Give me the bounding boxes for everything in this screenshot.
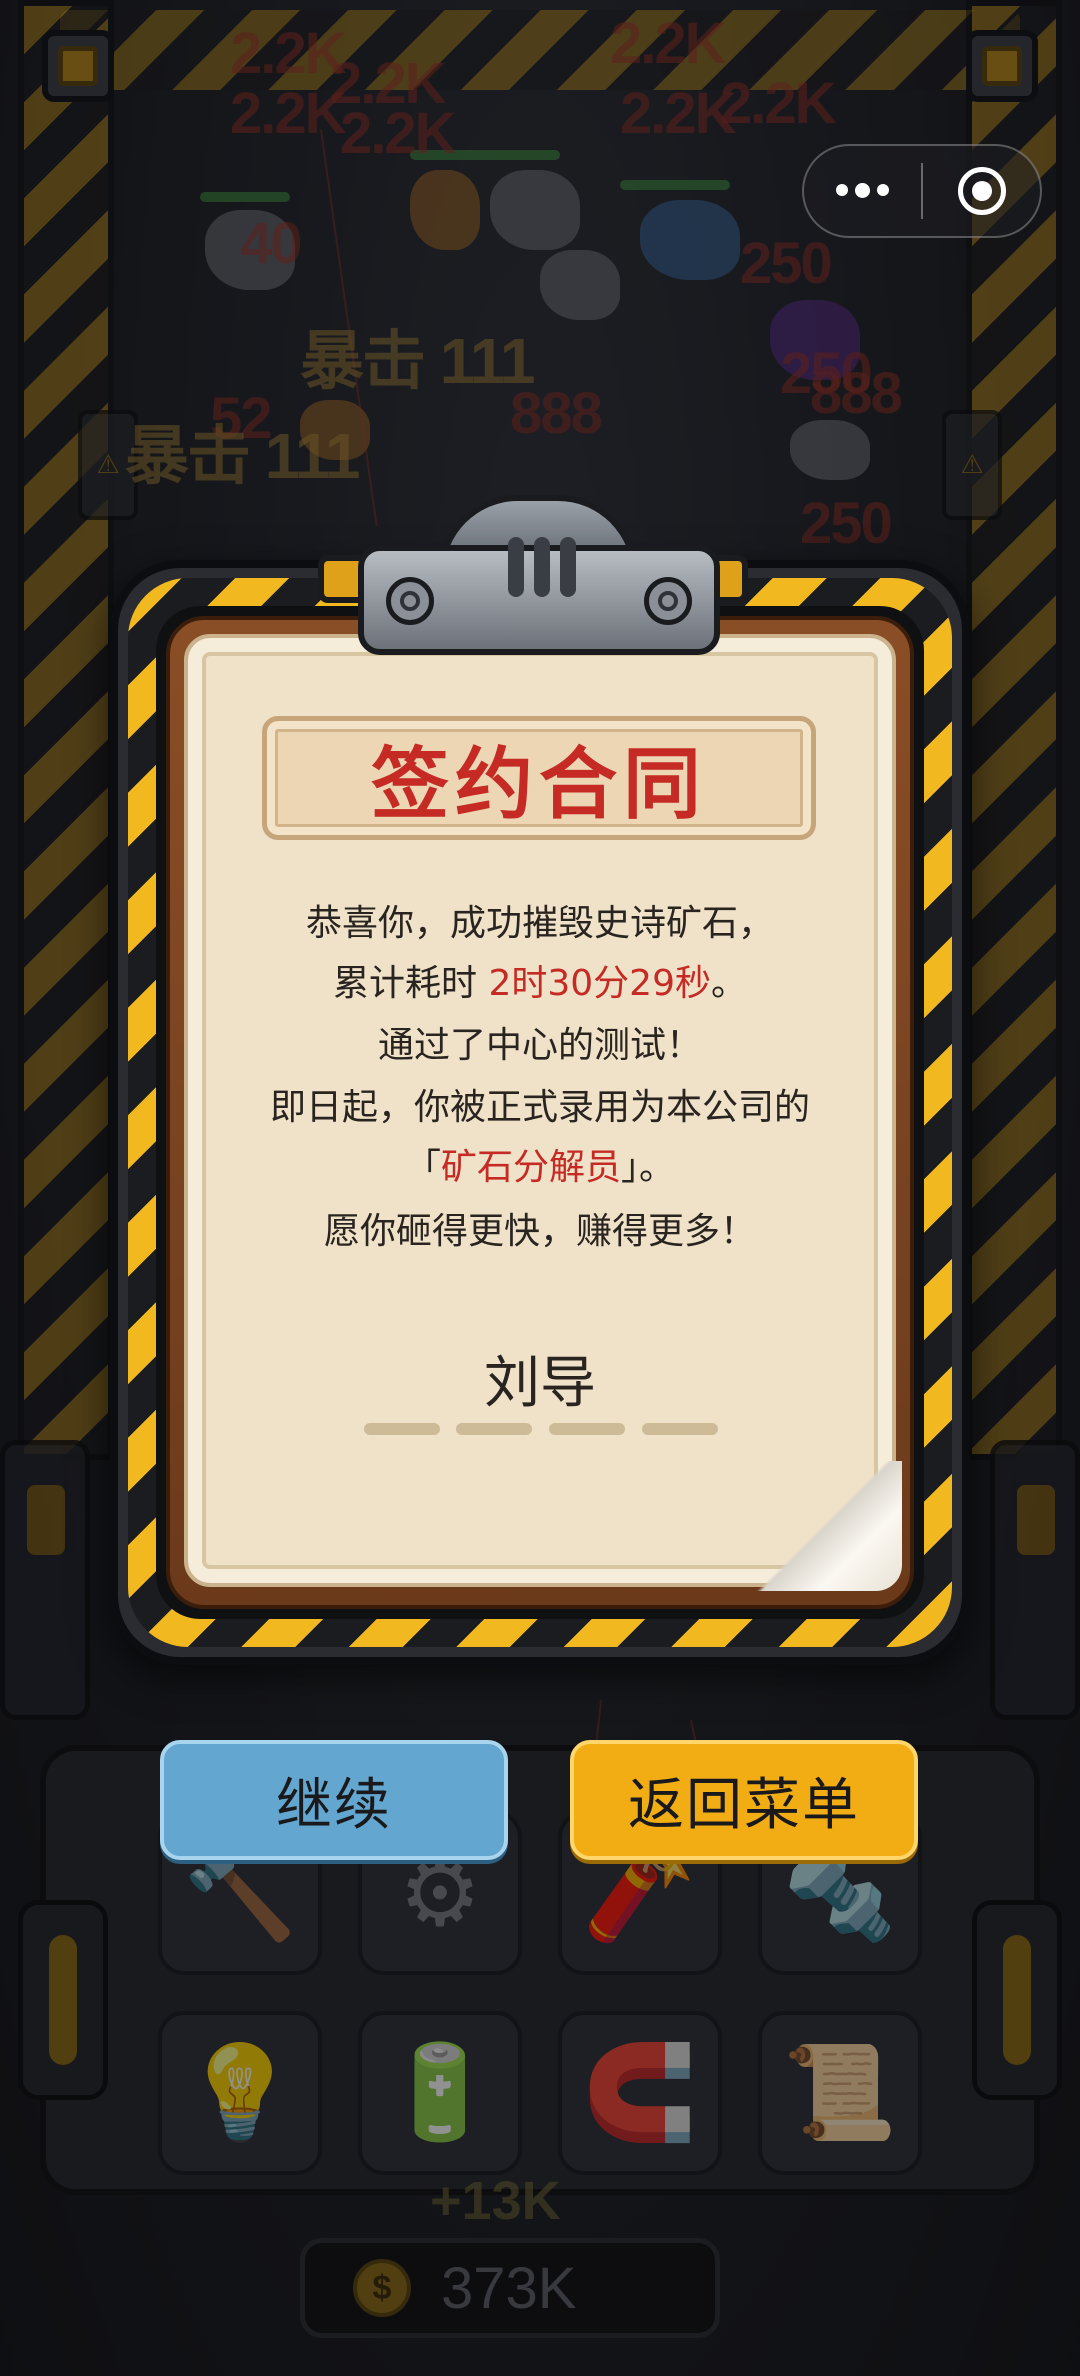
continue-button[interactable]: 继续 (160, 1740, 508, 1860)
signature: 刘导 (484, 1351, 596, 1416)
contract-line-1: 恭喜你，成功摧毁史诗矿石， (305, 903, 774, 944)
dialog-title: 签约合同 (370, 740, 707, 830)
contract-line-6: 愿你砸得更快，赚得更多！ (323, 1211, 756, 1252)
title-banner: 签约合同 (262, 716, 816, 840)
clip-grip (508, 537, 524, 597)
close-button[interactable] (923, 146, 1040, 236)
elapsed-time: 2时30分29秒 (488, 963, 711, 1004)
bracket-open: 「 (404, 1147, 441, 1188)
bracket-close: 」。 (621, 1147, 676, 1188)
contract-line-2: 累计耗时 2时30分29秒。 (200, 958, 880, 1010)
more-button[interactable] (804, 146, 921, 236)
bolt-icon (386, 577, 434, 625)
more-dots-icon (836, 182, 889, 198)
job-title: 矿石分解员 (440, 1147, 621, 1188)
bolt-icon (644, 577, 692, 625)
contract-line-4: 即日起，你被正式录用为本公司的 (269, 1087, 810, 1128)
clip-grip (534, 537, 550, 597)
signature-underline (549, 1423, 625, 1435)
signature-underline (364, 1423, 440, 1435)
metal-clip (358, 495, 720, 665)
return-menu-button[interactable]: 返回菜单 (570, 1740, 918, 1860)
contract-line-5: 「矿石分解员」。 (200, 1142, 880, 1194)
signature-underline (642, 1423, 718, 1435)
elapsed-label: 累计耗时 (333, 963, 489, 1004)
target-circle-icon (957, 167, 1006, 215)
mini-program-capsule (802, 144, 1042, 238)
paper-curl (752, 1461, 902, 1591)
contract-line-3: 通过了中心的测试！ (377, 1025, 702, 1066)
signature-underline (456, 1423, 532, 1435)
clip-grip (560, 537, 576, 597)
punctuation: 。 (710, 963, 747, 1004)
